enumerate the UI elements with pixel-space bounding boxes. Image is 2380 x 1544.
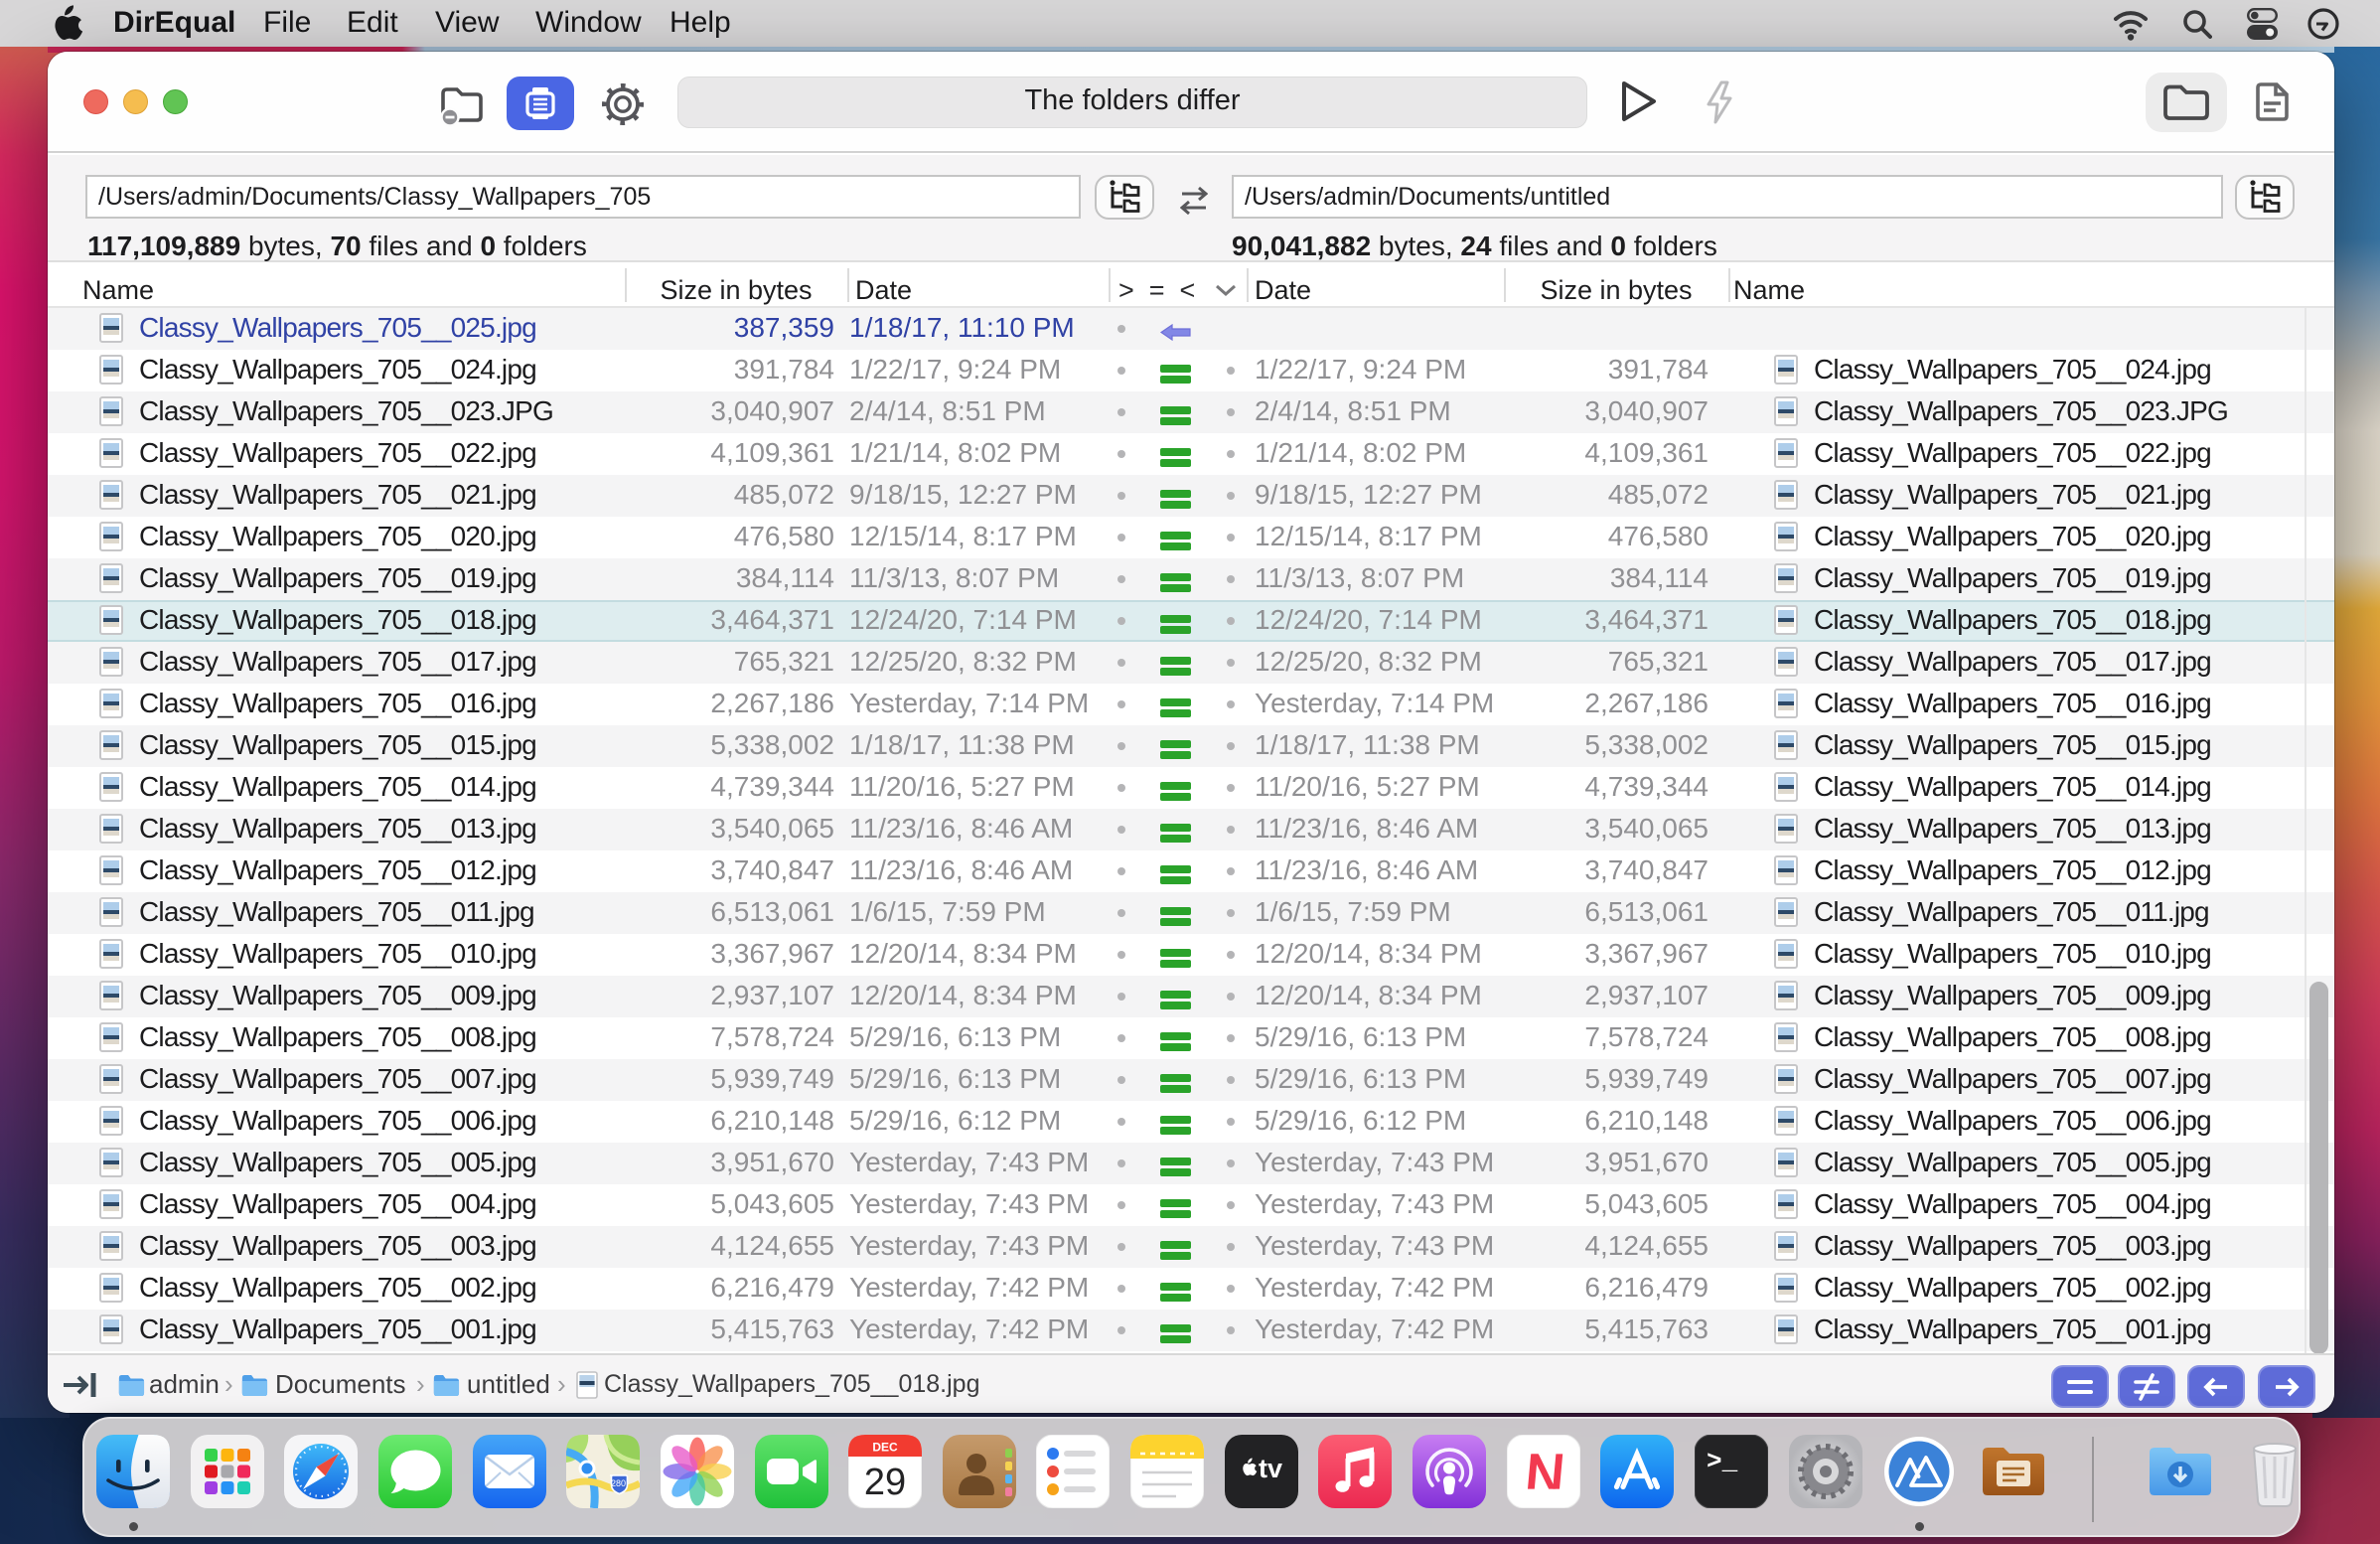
svg-text:tv: tv bbox=[1259, 1454, 1282, 1483]
svg-text:DEC: DEC bbox=[872, 1441, 898, 1455]
svg-text:>_: >_ bbox=[1707, 1447, 1738, 1476]
svg-text:280: 280 bbox=[611, 1478, 626, 1488]
svg-text:29: 29 bbox=[864, 1462, 906, 1503]
